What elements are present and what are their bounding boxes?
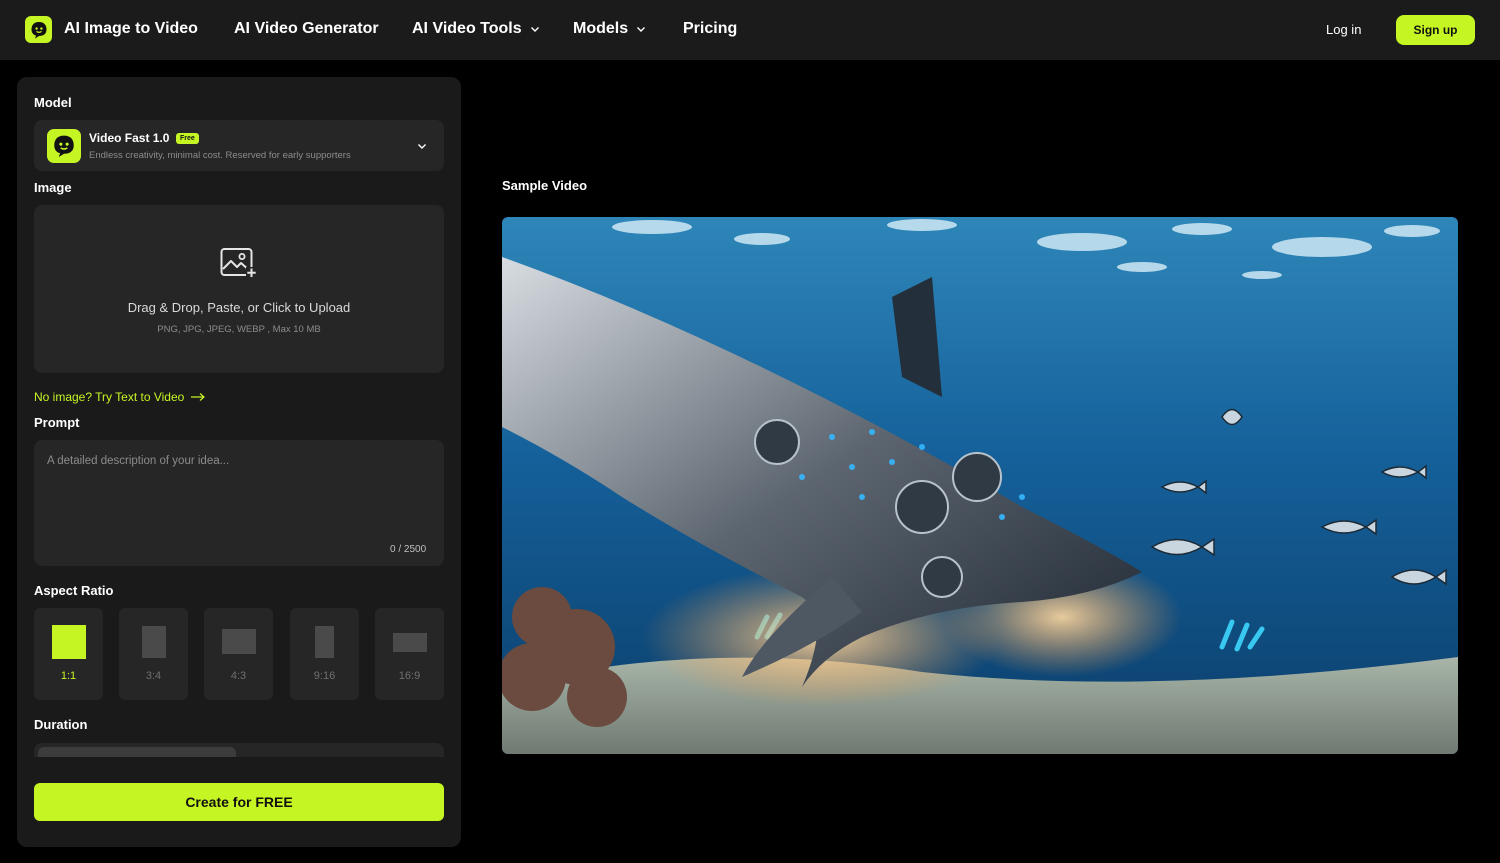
arrow-right-icon: [191, 393, 206, 401]
model-selector[interactable]: Video Fast 1.0 Free Endless creativity, …: [34, 120, 444, 171]
signup-button[interactable]: Sign up: [1396, 15, 1475, 45]
image-upload-icon: [220, 248, 257, 278]
duration-selected-option[interactable]: [38, 747, 236, 757]
logo-icon[interactable]: [25, 16, 52, 43]
prompt-input[interactable]: [34, 440, 444, 566]
ratio-shape: [52, 625, 86, 659]
prompt-section-title: Prompt: [34, 415, 80, 430]
login-link[interactable]: Log in: [1326, 22, 1361, 37]
aspect-ratio-9-16[interactable]: 9:16: [290, 608, 359, 700]
brand-name[interactable]: AI Image to Video: [64, 20, 198, 38]
sample-video-player[interactable]: [502, 217, 1458, 754]
model-section-title: Model: [34, 95, 72, 110]
ratio-label: 3:4: [145, 670, 162, 682]
nav-label: AI Video Generator: [234, 20, 379, 37]
text-to-video-link[interactable]: No image? Try Text to Video: [34, 390, 206, 404]
ratio-shape: [315, 626, 334, 658]
character-counter: 0 / 2500: [390, 544, 427, 555]
aspect-ratio-3-4[interactable]: 3:4: [119, 608, 188, 700]
prompt-field: 0 / 2500: [34, 440, 444, 566]
sample-video-title: Sample Video: [502, 178, 588, 193]
ratio-shape: [393, 633, 427, 652]
ratio-shape: [222, 629, 256, 654]
sample-video-frame: [502, 217, 1458, 754]
ratio-shape: [142, 626, 166, 658]
nav-label: AI Video Tools: [412, 20, 522, 37]
nav-label: Pricing: [683, 20, 738, 37]
ratio-label: 1:1: [60, 670, 77, 682]
aspect-ratio-1-1[interactable]: 1:1: [34, 608, 103, 700]
nav-ai-video-generator[interactable]: AI Video Generator: [234, 20, 379, 38]
model-logo-icon: [47, 129, 81, 163]
aspect-ratio-4-3[interactable]: 4:3: [204, 608, 273, 700]
chevron-down-icon: [418, 144, 426, 149]
duration-section-title: Duration: [34, 717, 88, 732]
create-button[interactable]: Create for FREE: [34, 783, 444, 821]
model-description: Endless creativity, minimal cost. Reserv…: [89, 150, 351, 161]
image-upload-dropzone[interactable]: Drag & Drop, Paste, or Click to Upload P…: [34, 205, 444, 373]
chevron-down-icon: [637, 27, 646, 32]
top-nav-bar: AI Image to Video AI Video Generator AI …: [0, 0, 1500, 60]
nav-label: Models: [573, 20, 629, 37]
upload-formats: PNG, JPG, JPEG, WEBP , Max 10 MB: [157, 324, 321, 335]
nav-pricing[interactable]: Pricing: [683, 20, 737, 38]
text-to-video-label: No image? Try Text to Video: [34, 390, 185, 404]
nav-models[interactable]: Models: [573, 20, 648, 38]
upload-instructions: Drag & Drop, Paste, or Click to Upload: [127, 300, 351, 315]
ratio-label: 16:9: [398, 670, 421, 682]
nav-ai-video-tools[interactable]: AI Video Tools: [412, 20, 542, 38]
duration-selector[interactable]: [34, 743, 444, 757]
aspect-ratio-16-9[interactable]: 16:9: [375, 608, 444, 700]
image-section-title: Image: [34, 180, 72, 195]
chevron-down-icon: [530, 27, 539, 32]
free-badge: Free: [176, 133, 199, 144]
model-name: Video Fast 1.0: [89, 131, 170, 145]
aspect-ratio-section-title: Aspect Ratio: [34, 583, 114, 598]
ratio-label: 4:3: [230, 670, 247, 682]
ratio-label: 9:16: [313, 670, 336, 682]
generator-panel: Model Video Fast 1.0 Free Endless creati…: [17, 77, 461, 847]
